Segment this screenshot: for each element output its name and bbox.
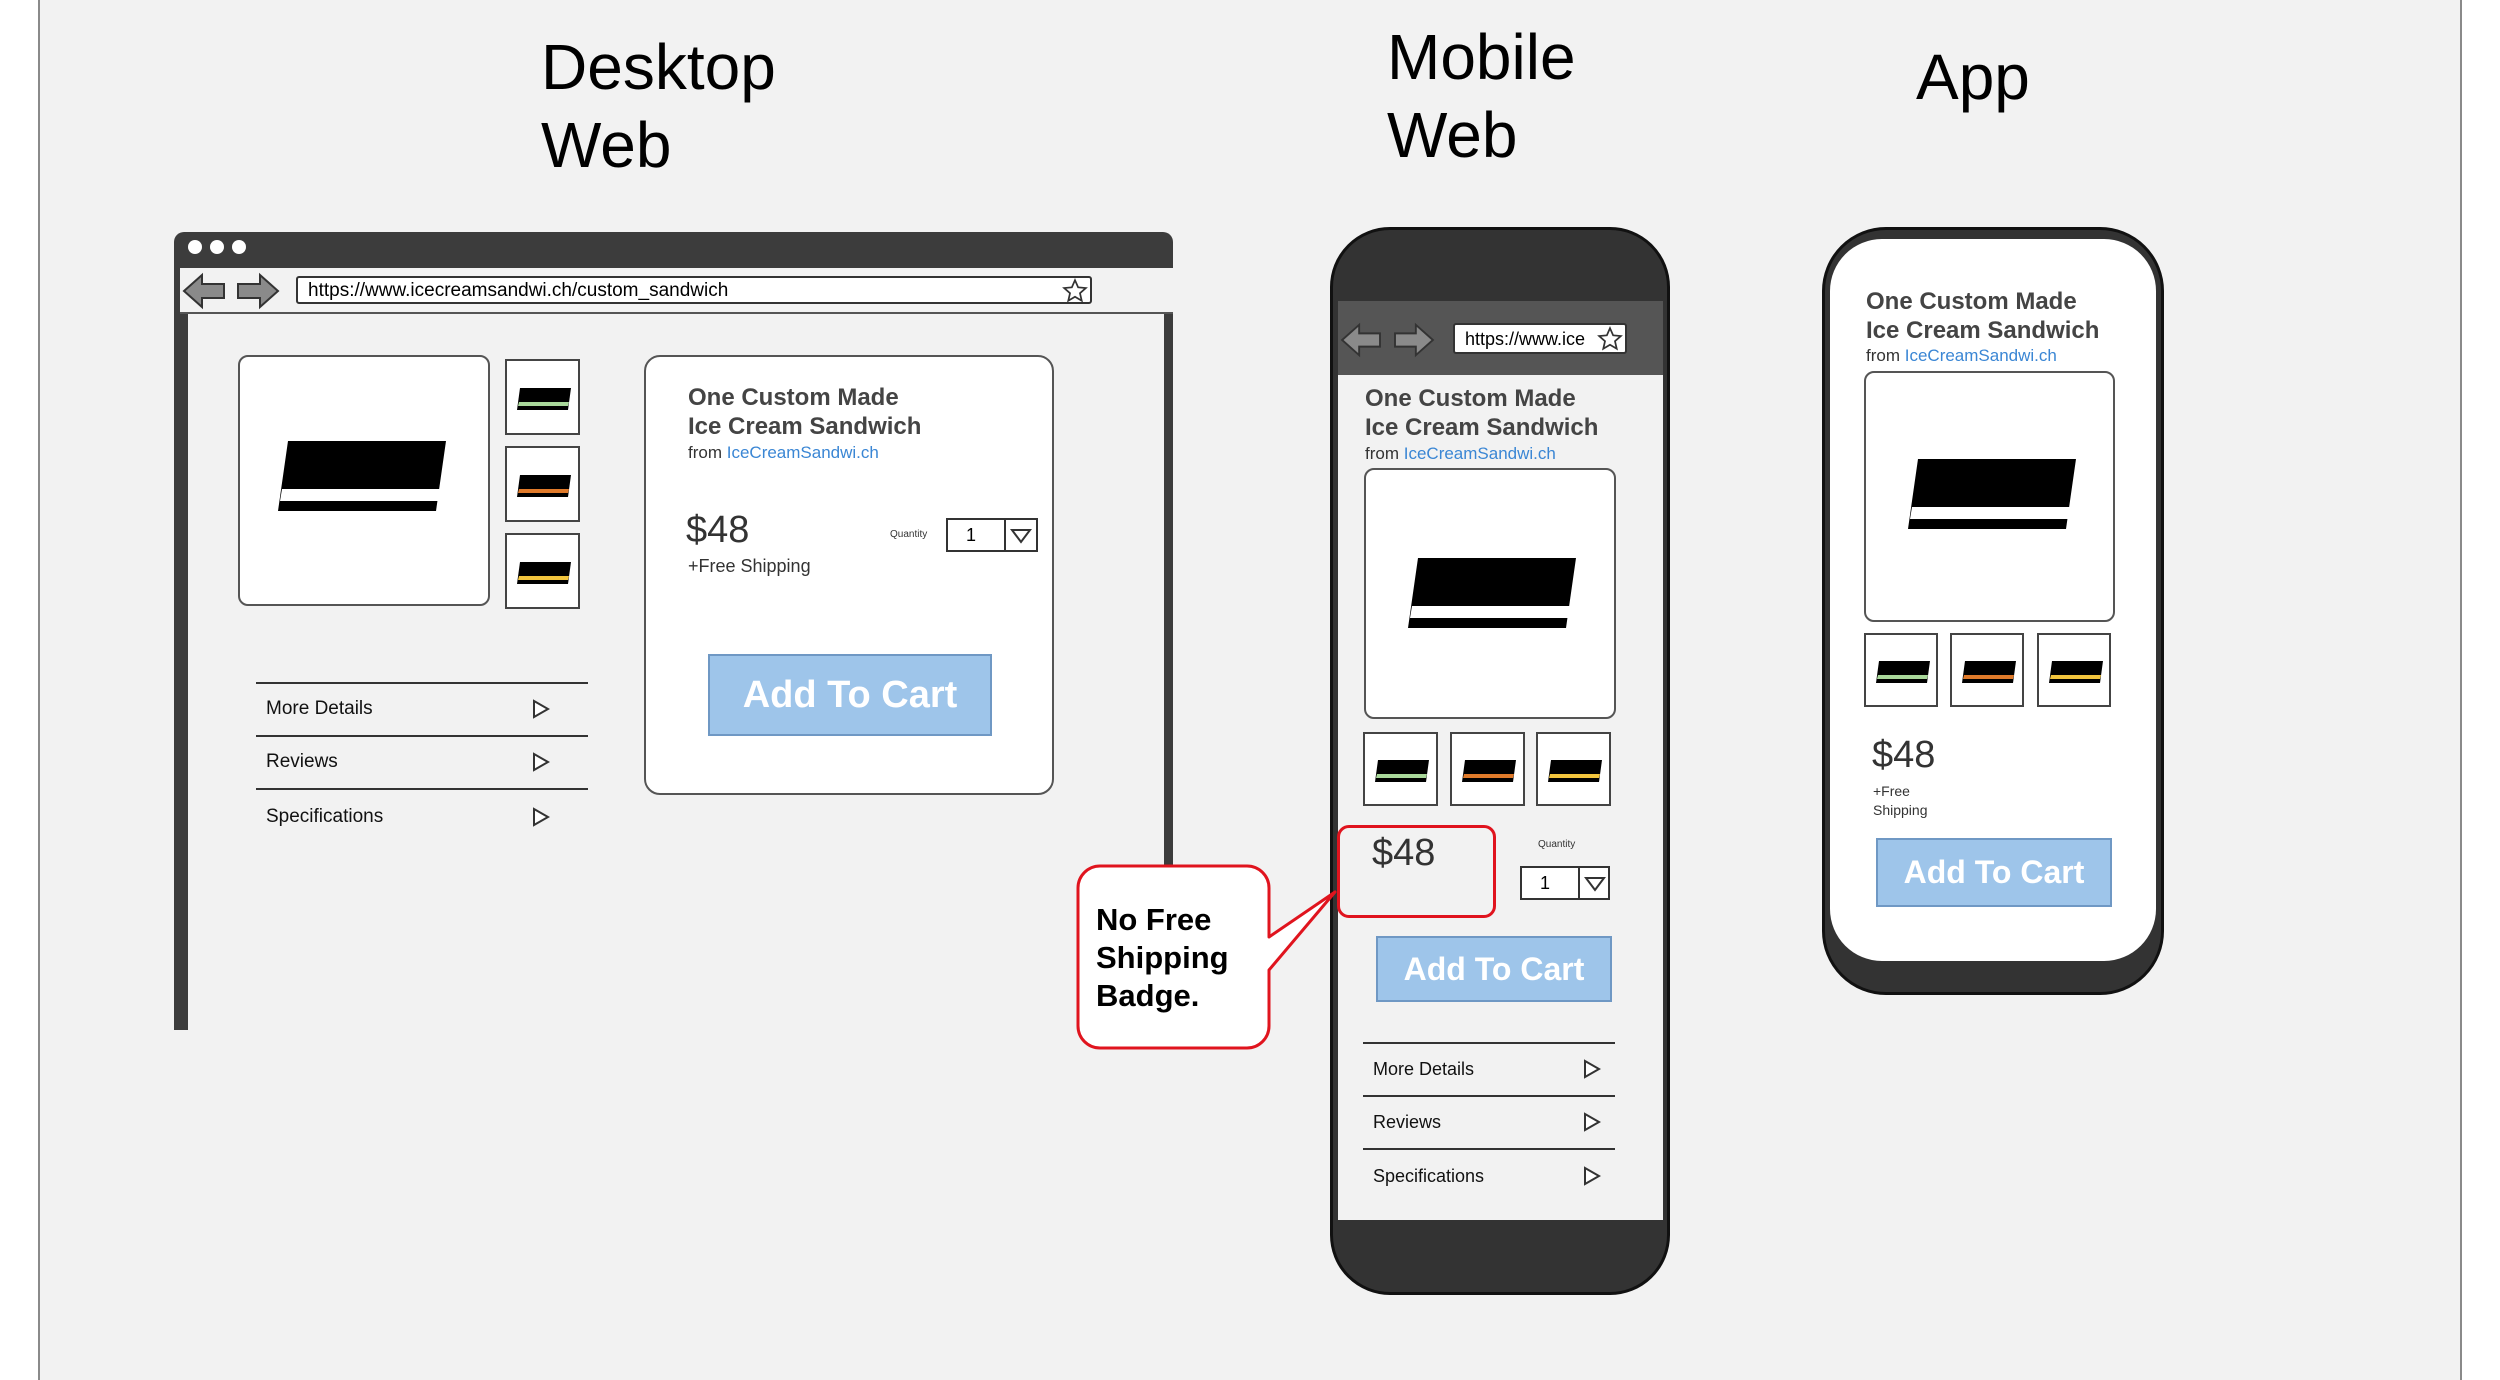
bookmark-star-icon[interactable] bbox=[1597, 326, 1623, 352]
quantity-label: Quantity bbox=[890, 529, 928, 540]
desktop-web-heading: Desktop Web bbox=[541, 31, 776, 181]
window-dot-icon bbox=[232, 240, 246, 254]
expand-arrow-icon bbox=[1584, 1112, 1601, 1132]
price-highlight-box bbox=[1337, 825, 1496, 918]
accordion-label: Reviews bbox=[266, 751, 338, 772]
accordion-label: More Details bbox=[1373, 1059, 1475, 1079]
product-title: One Custom Made Ice Cream Sandwich bbox=[688, 384, 922, 440]
product-image[interactable] bbox=[1364, 468, 1616, 719]
thumbnail-green[interactable] bbox=[1363, 732, 1438, 806]
thumbnail-green[interactable] bbox=[505, 359, 580, 435]
ice-cream-sandwich-image bbox=[1408, 558, 1576, 628]
thumbnail-yellow[interactable] bbox=[2037, 633, 2111, 707]
product-price: $48 bbox=[1872, 734, 1936, 776]
desktop-address-bar[interactable]: https://www.icecreamsandwi.ch/custom_san… bbox=[296, 276, 1092, 304]
ice-cream-sandwich-image bbox=[1962, 661, 2016, 683]
quantity-label: Quantity bbox=[1538, 839, 1576, 850]
window-dot-icon bbox=[210, 240, 224, 254]
ice-cream-sandwich-image bbox=[517, 388, 571, 410]
ice-cream-sandwich-image bbox=[278, 441, 446, 511]
accordion-label: Reviews bbox=[1373, 1112, 1442, 1132]
ice-cream-sandwich-image bbox=[1462, 760, 1516, 782]
expand-arrow-icon bbox=[533, 699, 550, 719]
accordion-more-details[interactable]: More Details bbox=[256, 682, 588, 735]
forward-arrow-icon[interactable] bbox=[234, 272, 280, 310]
expand-arrow-icon bbox=[1584, 1166, 1601, 1186]
thumbnail-orange[interactable] bbox=[505, 446, 580, 522]
accordion-reviews[interactable]: Reviews bbox=[256, 735, 588, 788]
mobile-web-heading: Mobile Web bbox=[1387, 21, 1576, 171]
brand-link[interactable]: IceCreamSandwi.ch bbox=[727, 443, 879, 462]
product-title: One Custom Made Ice Cream Sandwich bbox=[1365, 385, 1599, 441]
product-source: from IceCreamSandwi.ch bbox=[1365, 444, 1556, 464]
product-price: $48 bbox=[686, 509, 750, 551]
accordion-label: Specifications bbox=[266, 806, 384, 827]
from-prefix: from bbox=[688, 443, 722, 462]
add-to-cart-button[interactable]: Add To Cart bbox=[1876, 838, 2112, 907]
select-divider bbox=[1004, 520, 1006, 550]
back-arrow-icon[interactable] bbox=[182, 272, 228, 310]
thumbnail-yellow[interactable] bbox=[505, 533, 580, 609]
mobile-address-bar[interactable]: https://www.ice bbox=[1453, 323, 1627, 354]
select-divider bbox=[1578, 868, 1580, 898]
quantity-select[interactable]: 1 bbox=[1520, 866, 1610, 900]
accordion-label: Specifications bbox=[1373, 1166, 1485, 1186]
brand-link[interactable]: IceCreamSandwi.ch bbox=[1905, 346, 2057, 365]
thumbnail-orange[interactable] bbox=[1450, 732, 1525, 806]
product-source: from IceCreamSandwi.ch bbox=[688, 443, 879, 463]
accordion-label: More Details bbox=[266, 698, 373, 719]
add-to-cart-button[interactable]: Add To Cart bbox=[1376, 936, 1612, 1002]
thumbnail-orange[interactable] bbox=[1950, 633, 2024, 707]
accordion-specifications[interactable]: Specifications bbox=[256, 788, 588, 841]
window-dots bbox=[188, 240, 248, 256]
callout-text: No Free Shipping Badge. bbox=[1096, 902, 1229, 1013]
free-shipping-badge: +Free Shipping bbox=[688, 556, 811, 576]
quantity-value: 1 bbox=[966, 525, 977, 545]
thumbnail-green[interactable] bbox=[1864, 633, 1938, 707]
desktop-url-text: https://www.icecreamsandwi.ch/custom_san… bbox=[308, 280, 729, 301]
expand-arrow-icon bbox=[533, 807, 550, 827]
ice-cream-sandwich-image bbox=[517, 562, 571, 584]
thumbnail-yellow[interactable] bbox=[1536, 732, 1611, 806]
ice-cream-sandwich-image bbox=[1876, 661, 1930, 683]
add-to-cart-button[interactable]: Add To Cart bbox=[708, 654, 992, 736]
quantity-select[interactable]: 1 bbox=[946, 518, 1038, 552]
ice-cream-sandwich-image bbox=[1375, 760, 1429, 782]
desktop-product-card: One Custom Made Ice Cream Sandwich from … bbox=[644, 355, 1054, 795]
comparison-diagram: Desktop Web Mobile Web App https://www.i… bbox=[0, 0, 2500, 1380]
expand-arrow-icon bbox=[533, 752, 550, 772]
accordion-specifications[interactable]: Specifications bbox=[1363, 1148, 1615, 1201]
back-arrow-icon[interactable] bbox=[1340, 322, 1384, 358]
product-title: One Custom Made Ice Cream Sandwich bbox=[1866, 288, 2100, 344]
mobile-url-text: https://www.ice bbox=[1465, 329, 1586, 349]
ice-cream-sandwich-image bbox=[1548, 760, 1602, 782]
bookmark-star-icon[interactable] bbox=[1062, 278, 1088, 304]
quantity-value: 1 bbox=[1540, 873, 1551, 893]
ice-cream-sandwich-image bbox=[517, 475, 571, 497]
window-dot-icon bbox=[188, 240, 202, 254]
product-source: from IceCreamSandwi.ch bbox=[1866, 346, 2057, 366]
forward-arrow-icon[interactable] bbox=[1391, 322, 1435, 358]
ice-cream-sandwich-image bbox=[2049, 661, 2103, 683]
from-prefix: from bbox=[1365, 444, 1399, 463]
chevron-down-icon bbox=[1010, 529, 1032, 544]
accordion-reviews[interactable]: Reviews bbox=[1363, 1095, 1615, 1148]
ice-cream-sandwich-image bbox=[1908, 459, 2076, 529]
free-shipping-badge: +Free Shipping bbox=[1873, 783, 1928, 818]
product-image[interactable] bbox=[238, 355, 490, 606]
expand-arrow-icon bbox=[1584, 1059, 1601, 1079]
chevron-down-icon bbox=[1584, 877, 1606, 892]
from-prefix: from bbox=[1866, 346, 1900, 365]
brand-link[interactable]: IceCreamSandwi.ch bbox=[1404, 444, 1556, 463]
accordion-more-details[interactable]: More Details bbox=[1363, 1042, 1615, 1095]
app-heading: App bbox=[1916, 41, 2030, 113]
product-image[interactable] bbox=[1864, 371, 2115, 622]
